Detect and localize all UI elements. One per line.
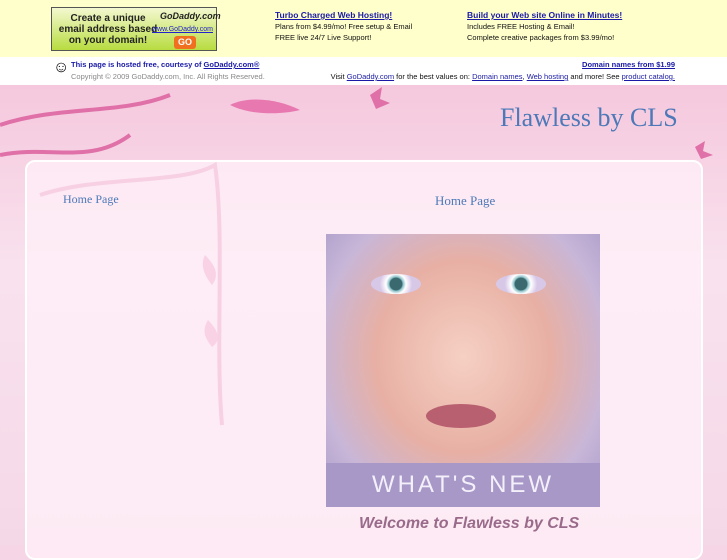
ad-text: Create a unique email address based on y… xyxy=(58,13,158,46)
godaddy-logo: GoDaddy.com xyxy=(160,11,221,21)
promo-text: Complete creative packages from $3.99/mo… xyxy=(467,33,615,42)
eye-image xyxy=(371,274,421,294)
domain-names-link[interactable]: Domain names from $1.99 xyxy=(582,60,675,69)
hosted-text: This page is hosted free, courtesy of Go… xyxy=(71,60,260,69)
promo-website: Build your Web site Online in Minutes! I… xyxy=(467,10,622,43)
ad-url[interactable]: www.GoDaddy.com xyxy=(152,26,213,33)
promo-text: FREE live 24/7 Live Support! xyxy=(275,33,372,42)
domain-names-link-2[interactable]: Domain names xyxy=(472,72,522,81)
promo-text: Plans from $4.99/mo! Free setup & Email xyxy=(275,22,413,31)
promo-hosting-link[interactable]: Turbo Charged Web Hosting! xyxy=(275,10,392,20)
godaddy-link[interactable]: GoDaddy.com® xyxy=(204,60,260,69)
page-heading: Home Page xyxy=(435,193,496,208)
eye-image xyxy=(496,274,546,294)
model-face-image: WHAT'S NEW xyxy=(326,234,600,507)
product-catalog-link[interactable]: product catalog. xyxy=(622,72,675,81)
web-hosting-link[interactable]: Web hosting xyxy=(527,72,569,81)
welcome-heading: Welcome to Flawless by CLS xyxy=(359,515,580,532)
lips-image xyxy=(426,404,496,428)
godaddy-visit-link[interactable]: GoDaddy.com xyxy=(347,72,394,81)
promo-website-link[interactable]: Build your Web site Online in Minutes! xyxy=(467,10,622,20)
promo-hosting: Turbo Charged Web Hosting! Plans from $4… xyxy=(275,10,412,43)
email-ad-banner[interactable]: Create a unique email address based on y… xyxy=(51,7,221,51)
go-button[interactable]: GO xyxy=(174,36,196,49)
copyright: Copyright © 2009 GoDaddy.com, Inc. All R… xyxy=(71,72,265,81)
site-title: Flawless by CLS xyxy=(500,103,678,132)
nav-home-page[interactable]: Home Page xyxy=(63,192,119,207)
promo-text: Includes FREE Hosting & Email! xyxy=(467,22,575,31)
godaddy-mascot-icon: ☺ xyxy=(53,59,70,76)
godaddy-ad-bar: Create a unique email address based on y… xyxy=(0,0,727,57)
hosted-strip: ☺ This page is hosted free, courtesy of … xyxy=(0,57,727,85)
visit-text: Visit GoDaddy.com for the best values on… xyxy=(330,72,675,81)
whats-new-banner[interactable]: WHAT'S NEW xyxy=(326,463,600,507)
